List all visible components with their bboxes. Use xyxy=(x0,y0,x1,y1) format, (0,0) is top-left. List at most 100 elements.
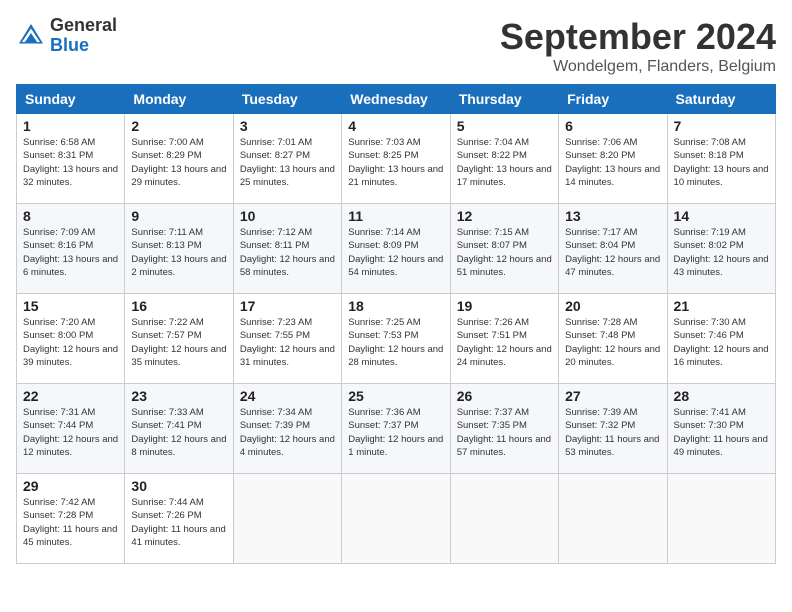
day-number: 22 xyxy=(23,388,118,404)
day-cell-7: 7 Sunrise: 7:08 AM Sunset: 8:18 PM Dayli… xyxy=(667,114,775,204)
day-cell-21: 21 Sunrise: 7:30 AM Sunset: 7:46 PM Dayl… xyxy=(667,294,775,384)
day-info: Sunrise: 7:12 AM Sunset: 8:11 PM Dayligh… xyxy=(240,226,335,279)
day-info: Sunrise: 7:37 AM Sunset: 7:35 PM Dayligh… xyxy=(457,406,552,459)
day-cell-5: 5 Sunrise: 7:04 AM Sunset: 8:22 PM Dayli… xyxy=(450,114,558,204)
day-header-thursday: Thursday xyxy=(450,85,558,114)
day-info: Sunrise: 7:22 AM Sunset: 7:57 PM Dayligh… xyxy=(131,316,226,369)
month-title: September 2024 xyxy=(500,16,776,58)
day-number: 4 xyxy=(348,118,443,134)
day-cell-17: 17 Sunrise: 7:23 AM Sunset: 7:55 PM Dayl… xyxy=(233,294,341,384)
day-info: Sunrise: 7:34 AM Sunset: 7:39 PM Dayligh… xyxy=(240,406,335,459)
day-info: Sunrise: 7:20 AM Sunset: 8:00 PM Dayligh… xyxy=(23,316,118,369)
day-cell-9: 9 Sunrise: 7:11 AM Sunset: 8:13 PM Dayli… xyxy=(125,204,233,294)
day-info: Sunrise: 6:58 AM Sunset: 8:31 PM Dayligh… xyxy=(23,136,118,189)
day-cell-4: 4 Sunrise: 7:03 AM Sunset: 8:25 PM Dayli… xyxy=(342,114,450,204)
day-info: Sunrise: 7:03 AM Sunset: 8:25 PM Dayligh… xyxy=(348,136,443,189)
day-info: Sunrise: 7:06 AM Sunset: 8:20 PM Dayligh… xyxy=(565,136,660,189)
day-number: 9 xyxy=(131,208,226,224)
day-info: Sunrise: 7:44 AM Sunset: 7:26 PM Dayligh… xyxy=(131,496,226,549)
day-info: Sunrise: 7:08 AM Sunset: 8:18 PM Dayligh… xyxy=(674,136,769,189)
day-cell-1: 1 Sunrise: 6:58 AM Sunset: 8:31 PM Dayli… xyxy=(17,114,125,204)
day-info: Sunrise: 7:28 AM Sunset: 7:48 PM Dayligh… xyxy=(565,316,660,369)
title-area: September 2024 Wondelgem, Flanders, Belg… xyxy=(500,16,776,76)
day-number: 15 xyxy=(23,298,118,314)
day-cell-19: 19 Sunrise: 7:26 AM Sunset: 7:51 PM Dayl… xyxy=(450,294,558,384)
day-info: Sunrise: 7:25 AM Sunset: 7:53 PM Dayligh… xyxy=(348,316,443,369)
logo-general-text: General xyxy=(50,15,117,35)
day-header-friday: Friday xyxy=(559,85,667,114)
day-info: Sunrise: 7:31 AM Sunset: 7:44 PM Dayligh… xyxy=(23,406,118,459)
day-info: Sunrise: 7:04 AM Sunset: 8:22 PM Dayligh… xyxy=(457,136,552,189)
day-info: Sunrise: 7:42 AM Sunset: 7:28 PM Dayligh… xyxy=(23,496,118,549)
day-number: 30 xyxy=(131,478,226,494)
day-number: 20 xyxy=(565,298,660,314)
day-number: 24 xyxy=(240,388,335,404)
day-number: 11 xyxy=(348,208,443,224)
day-info: Sunrise: 7:26 AM Sunset: 7:51 PM Dayligh… xyxy=(457,316,552,369)
day-number: 18 xyxy=(348,298,443,314)
day-header-sunday: Sunday xyxy=(17,85,125,114)
day-cell-2: 2 Sunrise: 7:00 AM Sunset: 8:29 PM Dayli… xyxy=(125,114,233,204)
empty-cell xyxy=(342,474,450,564)
day-cell-16: 16 Sunrise: 7:22 AM Sunset: 7:57 PM Dayl… xyxy=(125,294,233,384)
day-info: Sunrise: 7:36 AM Sunset: 7:37 PM Dayligh… xyxy=(348,406,443,459)
day-header-monday: Monday xyxy=(125,85,233,114)
day-info: Sunrise: 7:11 AM Sunset: 8:13 PM Dayligh… xyxy=(131,226,226,279)
day-number: 27 xyxy=(565,388,660,404)
day-number: 10 xyxy=(240,208,335,224)
day-number: 3 xyxy=(240,118,335,134)
day-cell-28: 28 Sunrise: 7:41 AM Sunset: 7:30 PM Dayl… xyxy=(667,384,775,474)
day-info: Sunrise: 7:15 AM Sunset: 8:07 PM Dayligh… xyxy=(457,226,552,279)
day-number: 1 xyxy=(23,118,118,134)
day-cell-13: 13 Sunrise: 7:17 AM Sunset: 8:04 PM Dayl… xyxy=(559,204,667,294)
day-info: Sunrise: 7:19 AM Sunset: 8:02 PM Dayligh… xyxy=(674,226,769,279)
empty-cell xyxy=(450,474,558,564)
empty-cell xyxy=(667,474,775,564)
day-cell-18: 18 Sunrise: 7:25 AM Sunset: 7:53 PM Dayl… xyxy=(342,294,450,384)
day-number: 7 xyxy=(674,118,769,134)
day-cell-14: 14 Sunrise: 7:19 AM Sunset: 8:02 PM Dayl… xyxy=(667,204,775,294)
day-header-saturday: Saturday xyxy=(667,85,775,114)
empty-cell xyxy=(559,474,667,564)
day-cell-20: 20 Sunrise: 7:28 AM Sunset: 7:48 PM Dayl… xyxy=(559,294,667,384)
day-cell-25: 25 Sunrise: 7:36 AM Sunset: 7:37 PM Dayl… xyxy=(342,384,450,474)
day-info: Sunrise: 7:33 AM Sunset: 7:41 PM Dayligh… xyxy=(131,406,226,459)
logo-icon xyxy=(16,21,46,51)
header: General Blue September 2024 Wondelgem, F… xyxy=(16,16,776,76)
day-number: 25 xyxy=(348,388,443,404)
day-cell-15: 15 Sunrise: 7:20 AM Sunset: 8:00 PM Dayl… xyxy=(17,294,125,384)
empty-cell xyxy=(233,474,341,564)
day-cell-23: 23 Sunrise: 7:33 AM Sunset: 7:41 PM Dayl… xyxy=(125,384,233,474)
day-number: 19 xyxy=(457,298,552,314)
day-cell-11: 11 Sunrise: 7:14 AM Sunset: 8:09 PM Dayl… xyxy=(342,204,450,294)
day-cell-8: 8 Sunrise: 7:09 AM Sunset: 8:16 PM Dayli… xyxy=(17,204,125,294)
logo-blue-text: Blue xyxy=(50,35,89,55)
day-cell-3: 3 Sunrise: 7:01 AM Sunset: 8:27 PM Dayli… xyxy=(233,114,341,204)
calendar-body: 1 Sunrise: 6:58 AM Sunset: 8:31 PM Dayli… xyxy=(17,114,776,564)
day-info: Sunrise: 7:41 AM Sunset: 7:30 PM Dayligh… xyxy=(674,406,769,459)
calendar: SundayMondayTuesdayWednesdayThursdayFrid… xyxy=(16,84,776,564)
day-number: 14 xyxy=(674,208,769,224)
day-number: 26 xyxy=(457,388,552,404)
calendar-week-3: 15 Sunrise: 7:20 AM Sunset: 8:00 PM Dayl… xyxy=(17,294,776,384)
calendar-week-5: 29 Sunrise: 7:42 AM Sunset: 7:28 PM Dayl… xyxy=(17,474,776,564)
day-cell-22: 22 Sunrise: 7:31 AM Sunset: 7:44 PM Dayl… xyxy=(17,384,125,474)
day-number: 23 xyxy=(131,388,226,404)
calendar-week-2: 8 Sunrise: 7:09 AM Sunset: 8:16 PM Dayli… xyxy=(17,204,776,294)
day-cell-30: 30 Sunrise: 7:44 AM Sunset: 7:26 PM Dayl… xyxy=(125,474,233,564)
day-number: 28 xyxy=(674,388,769,404)
day-info: Sunrise: 7:23 AM Sunset: 7:55 PM Dayligh… xyxy=(240,316,335,369)
day-cell-24: 24 Sunrise: 7:34 AM Sunset: 7:39 PM Dayl… xyxy=(233,384,341,474)
day-info: Sunrise: 7:00 AM Sunset: 8:29 PM Dayligh… xyxy=(131,136,226,189)
day-header-wednesday: Wednesday xyxy=(342,85,450,114)
logo: General Blue xyxy=(16,16,117,56)
day-number: 2 xyxy=(131,118,226,134)
day-info: Sunrise: 7:09 AM Sunset: 8:16 PM Dayligh… xyxy=(23,226,118,279)
day-number: 13 xyxy=(565,208,660,224)
day-number: 12 xyxy=(457,208,552,224)
day-info: Sunrise: 7:17 AM Sunset: 8:04 PM Dayligh… xyxy=(565,226,660,279)
calendar-week-1: 1 Sunrise: 6:58 AM Sunset: 8:31 PM Dayli… xyxy=(17,114,776,204)
day-number: 16 xyxy=(131,298,226,314)
day-number: 21 xyxy=(674,298,769,314)
location-subtitle: Wondelgem, Flanders, Belgium xyxy=(500,58,776,76)
